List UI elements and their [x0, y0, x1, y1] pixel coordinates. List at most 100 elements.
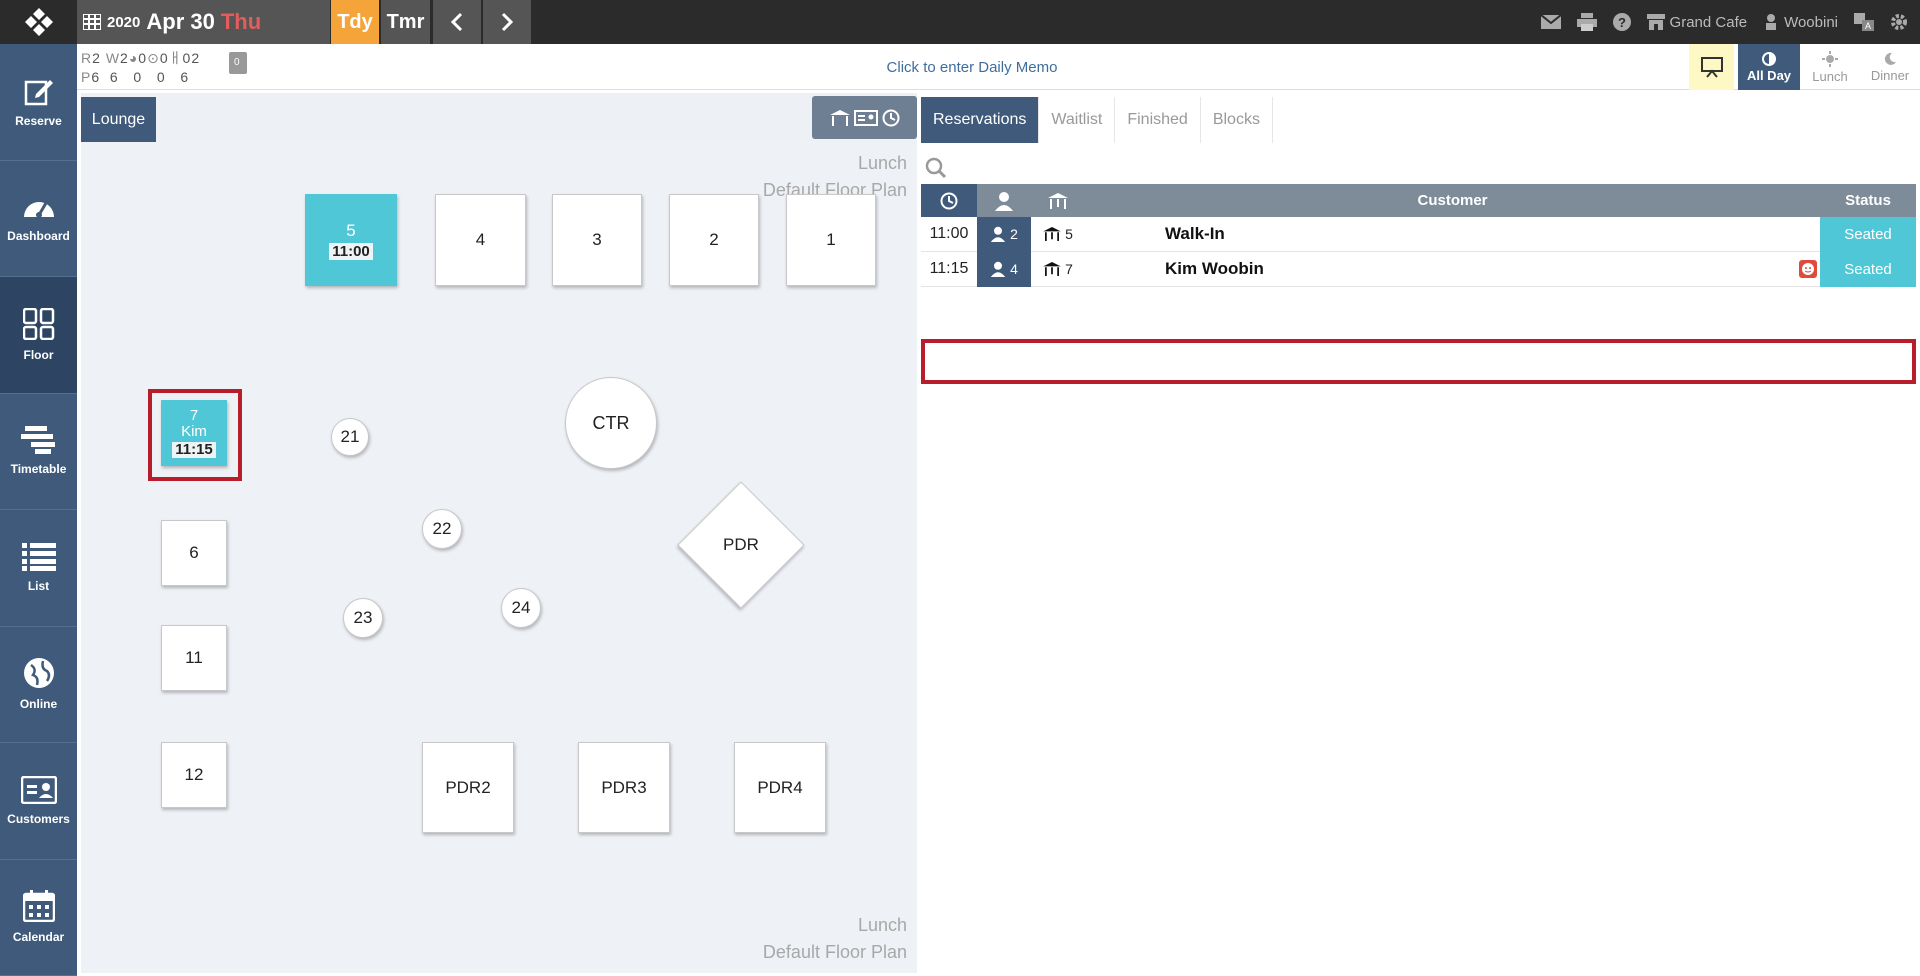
smiley-badge-icon: [1799, 260, 1817, 278]
store-icon: [1646, 14, 1665, 30]
date-selector[interactable]: 2020 Apr 30 Thu: [77, 0, 330, 44]
language-button[interactable]: A: [1854, 13, 1874, 31]
sidebar-item-timetable[interactable]: Timetable: [0, 394, 77, 510]
shift-all-day[interactable]: All Day: [1738, 44, 1800, 90]
tomorrow-button[interactable]: Tmr: [381, 0, 430, 44]
restaurant-name: Grand Cafe: [1669, 13, 1748, 31]
tab-reservations[interactable]: Reservations: [921, 97, 1040, 143]
table-4[interactable]: 4: [435, 194, 526, 286]
top-bar: 2020 Apr 30 Thu Tdy Tmr ? Grand Cafe Woo…: [0, 0, 1920, 44]
chevron-left-icon: [450, 12, 463, 32]
table-23[interactable]: 23: [343, 598, 383, 638]
table-12[interactable]: 12: [161, 742, 227, 808]
date-month-day: Apr 30: [146, 9, 215, 34]
settings-button[interactable]: [1890, 13, 1908, 31]
header-status[interactable]: Status: [1820, 192, 1916, 209]
restaurant-selector[interactable]: Grand Cafe: [1646, 13, 1748, 31]
area-tab-lounge[interactable]: Lounge: [81, 97, 156, 142]
shift-lunch[interactable]: Lunch: [1799, 44, 1861, 90]
table-1[interactable]: 1: [786, 194, 876, 286]
edit-icon: [24, 79, 53, 105]
header-table[interactable]: [1031, 192, 1085, 209]
sidebar-item-label: Floor: [23, 347, 54, 362]
reservation-tabs: Reservations Waitlist Finished Blocks: [921, 97, 1273, 143]
today-button[interactable]: Tdy: [331, 0, 379, 44]
table-22[interactable]: 22: [422, 509, 462, 549]
table-2[interactable]: 2: [669, 194, 759, 286]
tab-waitlist[interactable]: Waitlist: [1039, 97, 1116, 143]
user-menu[interactable]: Woobini: [1763, 14, 1838, 31]
table-row[interactable]: 11:00 2 5 Walk-In Seated: [921, 216, 1916, 252]
row-table: 5: [1031, 226, 1085, 242]
sidebar-item-label: List: [27, 578, 50, 593]
header-time[interactable]: [921, 184, 977, 217]
plan-label-bottom: Lunch Default Floor Plan: [762, 915, 907, 962]
shift-dinner[interactable]: Dinner: [1859, 44, 1920, 90]
floor-canvas: Lunch Default Floor Plan Lunch Default F…: [81, 142, 917, 973]
user-name: Woobini: [1784, 13, 1838, 31]
sidebar-item-floor[interactable]: Floor: [0, 277, 77, 394]
table-7[interactable]: 7 Kim 11:15: [161, 400, 227, 466]
person-icon: [990, 226, 1006, 242]
sun-icon: [1822, 50, 1838, 67]
sidebar-item-dashboard[interactable]: Dashboard: [0, 161, 77, 277]
sidebar-item-calendar[interactable]: Calendar: [0, 860, 77, 976]
table-11[interactable]: 11: [161, 625, 227, 691]
table-pdr3[interactable]: PDR3: [578, 742, 670, 833]
print-button[interactable]: [1576, 13, 1597, 31]
row-table: 7: [1031, 261, 1085, 277]
tab-blocks[interactable]: Blocks: [1200, 97, 1273, 143]
grid-icon: [22, 307, 54, 340]
prev-day-button[interactable]: [433, 0, 481, 44]
table-pdr2[interactable]: PDR2: [422, 742, 514, 833]
floor-view-tools[interactable]: [812, 96, 917, 139]
row-flag[interactable]: [1796, 260, 1820, 278]
sidebar-item-label: Dashboard: [7, 229, 70, 244]
clock-icon: [940, 192, 958, 209]
sidebar-item-label: Customers: [7, 811, 70, 826]
header-customer[interactable]: Customer: [1085, 192, 1820, 209]
presentation-button[interactable]: [1689, 44, 1734, 90]
sidebar-item-customers[interactable]: Customers: [0, 743, 77, 860]
daily-memo[interactable]: Click to enter Daily Memo: [77, 59, 1867, 76]
gear-icon: [1891, 14, 1907, 30]
table-3[interactable]: 3: [552, 194, 642, 286]
info-row: R2 W2◕0⊙0ㅐ02 P6 6 0 0 6 0 Click to enter…: [77, 44, 1920, 90]
reservations-panel: Reservations Waitlist Finished Blocks Cu…: [921, 93, 1920, 976]
row-status[interactable]: Seated: [1820, 251, 1916, 287]
sidebar-item-label: Reserve: [15, 113, 62, 128]
timeline-icon: [20, 426, 55, 455]
sidebar-item-online[interactable]: Online: [0, 627, 77, 743]
table-pdr[interactable]: PDR: [677, 481, 805, 609]
mail-icon: [1540, 15, 1561, 29]
mail-button[interactable]: [1540, 15, 1561, 29]
svg-text:A: A: [1865, 21, 1871, 31]
app-logo[interactable]: [0, 0, 77, 44]
help-icon: ?: [1612, 13, 1631, 31]
print-icon: [1576, 13, 1597, 31]
row-customer: Walk-In: [1165, 224, 1225, 243]
table-pdr4[interactable]: PDR4: [734, 742, 826, 833]
date-year: 2020: [107, 13, 141, 31]
main-sidebar: Reserve Dashboard Floor Timetable List O…: [0, 44, 77, 976]
person-icon: [990, 261, 1006, 277]
reservations-table: Customer Status 11:00 2 5 Walk-In Seated…: [921, 184, 1916, 287]
row-status[interactable]: Seated: [1820, 216, 1916, 252]
table-ctr[interactable]: CTR: [565, 377, 657, 469]
table-21[interactable]: 21: [331, 418, 369, 456]
tab-finished[interactable]: Finished: [1115, 97, 1201, 143]
sidebar-item-reserve[interactable]: Reserve: [0, 44, 77, 161]
header-party[interactable]: [977, 191, 1031, 211]
half-circle-icon: [1762, 51, 1776, 66]
table-5[interactable]: 5 11:00: [305, 194, 397, 286]
table-icon: [1048, 192, 1068, 209]
table-6[interactable]: 6: [161, 520, 227, 586]
table-24[interactable]: 24: [501, 588, 541, 628]
reservation-search[interactable]: [925, 153, 1915, 183]
row-time: 11:00: [929, 225, 969, 242]
translate-icon: A: [1854, 13, 1874, 31]
next-day-button[interactable]: [483, 0, 531, 44]
help-button[interactable]: ?: [1612, 13, 1631, 31]
table-row[interactable]: 11:15 4 7 Kim Woobin Seated: [921, 251, 1916, 287]
sidebar-item-list[interactable]: List: [0, 510, 77, 627]
